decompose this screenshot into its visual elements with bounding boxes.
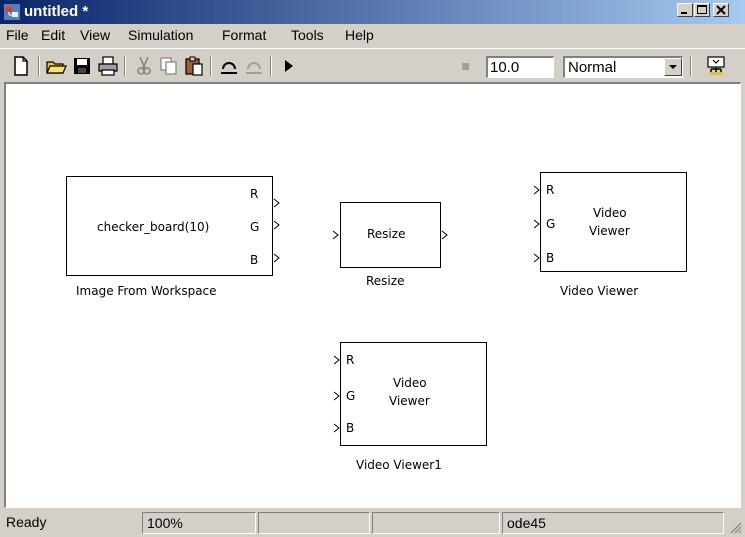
simulation-mode-value: Normal	[568, 59, 617, 76]
block-expression: checker_board(10)	[97, 220, 210, 234]
block-title-line1: Video	[593, 206, 627, 220]
dropdown-arrow-button[interactable]	[664, 58, 682, 76]
resize-block[interactable]: Resize	[340, 202, 441, 268]
window-title: untitled *	[24, 3, 89, 20]
maximize-button[interactable]	[694, 3, 710, 17]
simulink-model-icon	[4, 4, 20, 20]
video-viewer1-caption[interactable]: Video Viewer1	[356, 458, 442, 472]
close-icon	[716, 5, 726, 15]
model-canvas[interactable]: checker_board(10) R G B Image From Works…	[4, 82, 741, 508]
status-field-empty-1	[258, 512, 370, 534]
menu-format[interactable]: Format	[222, 27, 266, 43]
input-port-r[interactable]	[333, 355, 341, 365]
output-port-b[interactable]	[273, 253, 281, 263]
toolbar: 10.0 Normal	[0, 48, 745, 81]
library-icon[interactable]	[705, 55, 727, 77]
redo-icon[interactable]	[243, 55, 265, 77]
menu-help[interactable]: Help	[345, 27, 374, 43]
status-bar: Ready 100% ode45	[0, 510, 745, 537]
copy-icon[interactable]	[158, 55, 180, 77]
open-icon[interactable]	[45, 55, 67, 77]
stop-time-field[interactable]: 10.0	[486, 56, 554, 78]
input-port-g[interactable]	[533, 219, 541, 229]
minimize-icon	[681, 12, 687, 14]
status-zoom: 100%	[142, 512, 256, 534]
save-icon[interactable]	[71, 55, 93, 77]
input-port-r[interactable]	[533, 185, 541, 195]
input-port-label-r: R	[546, 183, 555, 197]
menu-view[interactable]: View	[80, 27, 110, 43]
toolbar-separator	[210, 56, 212, 76]
output-port[interactable]	[441, 230, 449, 240]
output-port-g[interactable]	[273, 220, 281, 230]
maximize-icon	[697, 5, 707, 14]
image-from-workspace-caption[interactable]: Image From Workspace	[76, 284, 217, 298]
cut-icon[interactable]	[133, 55, 155, 77]
output-port-label-r: R	[250, 187, 259, 201]
input-port-label-b: B	[546, 251, 555, 265]
resize-caption[interactable]: Resize	[366, 274, 404, 288]
input-port-label-g: G	[346, 389, 356, 403]
menu-tools[interactable]: Tools	[291, 27, 324, 43]
output-port-r[interactable]	[273, 198, 281, 208]
image-from-workspace-block[interactable]: checker_board(10) R G B	[66, 176, 273, 276]
block-title-line1: Video	[393, 376, 427, 390]
video-viewer-block[interactable]: R G B Video Viewer	[540, 172, 687, 272]
chevron-down-icon	[669, 65, 677, 69]
undo-icon[interactable]	[218, 55, 240, 77]
video-viewer-caption[interactable]: Video Viewer	[560, 284, 638, 298]
resize-grip-icon[interactable]	[728, 520, 742, 534]
status-field-empty-2	[372, 512, 500, 534]
input-port-label-r: R	[346, 353, 355, 367]
stop-icon[interactable]	[455, 55, 477, 77]
output-port-label-b: B	[250, 253, 259, 267]
new-icon[interactable]	[10, 55, 32, 77]
toolbar-separator	[38, 56, 40, 76]
input-port-label-b: B	[346, 421, 355, 435]
block-title-line2: Viewer	[389, 394, 430, 408]
paste-icon[interactable]	[183, 55, 205, 77]
simulation-mode-select[interactable]: Normal	[563, 56, 683, 78]
block-expression: Resize	[367, 227, 406, 241]
input-port-label-g: G	[546, 217, 556, 231]
title-bar[interactable]: untitled *	[0, 0, 745, 24]
minimize-button[interactable]	[677, 3, 693, 17]
input-port-g[interactable]	[333, 391, 341, 401]
toolbar-separator	[124, 56, 126, 76]
toolbar-separator	[690, 56, 692, 76]
menu-file[interactable]: File	[6, 27, 29, 43]
status-solver: ode45	[502, 512, 724, 534]
toolbar-separator	[270, 56, 272, 76]
menu-edit[interactable]: Edit	[41, 27, 65, 43]
input-port-b[interactable]	[333, 423, 341, 433]
input-port-b[interactable]	[533, 253, 541, 263]
video-viewer1-block[interactable]: R G B Video Viewer	[340, 342, 487, 446]
print-icon[interactable]	[97, 55, 119, 77]
block-title-line2: Viewer	[589, 224, 630, 238]
close-button[interactable]	[713, 3, 729, 17]
status-state: Ready	[6, 514, 47, 530]
input-port[interactable]	[332, 230, 340, 240]
menu-simulation[interactable]: Simulation	[128, 27, 193, 43]
output-port-label-g: G	[250, 220, 260, 234]
menu-bar: File Edit View Simulation Format Tools H…	[0, 24, 745, 46]
simulink-window: untitled * File Edit View Simulation For…	[0, 0, 745, 537]
play-icon[interactable]	[277, 55, 299, 77]
